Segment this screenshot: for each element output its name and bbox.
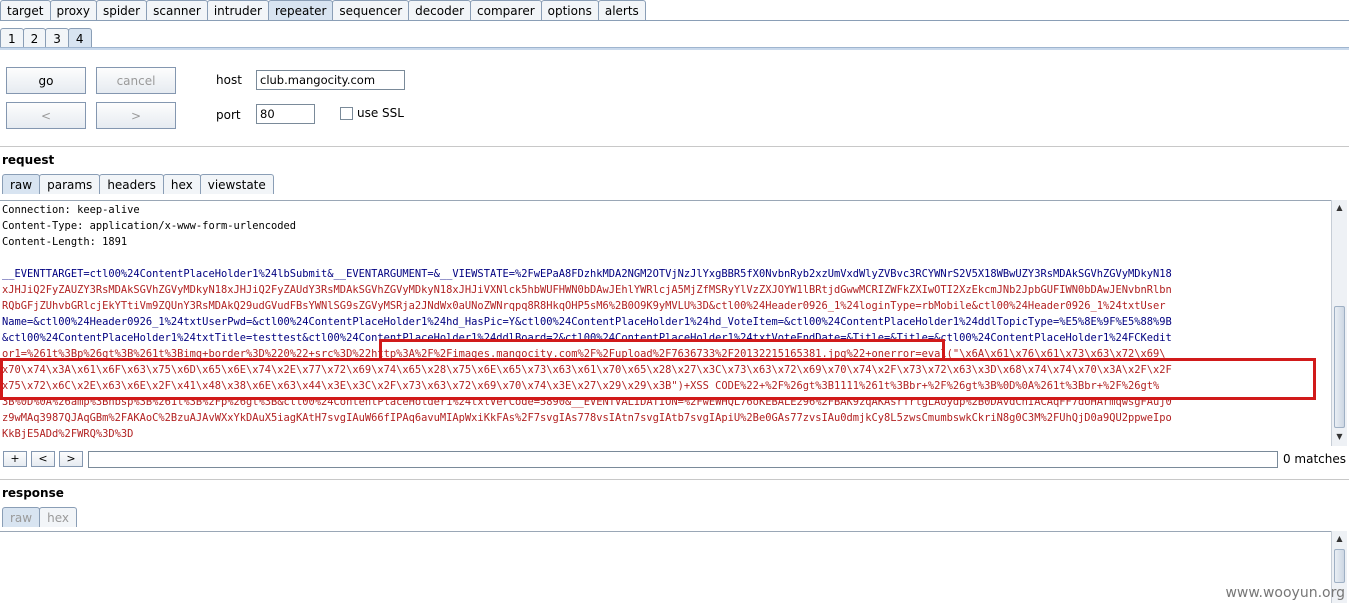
request-body-line: 3B%0D%0A%26amp%3Bnbsp%3B%261t%3B%2Fp%26g… xyxy=(2,396,1172,408)
request-tab-3[interactable]: 3 xyxy=(45,28,69,48)
main-tab-bar: target proxy spider scanner intruder rep… xyxy=(0,0,646,21)
host-input[interactable]: club.mangocity.com xyxy=(256,70,405,90)
response-title: response xyxy=(2,486,64,500)
search-input[interactable] xyxy=(88,451,1278,468)
forward-button[interactable]: > xyxy=(96,102,176,129)
tab-options[interactable]: options xyxy=(540,0,599,21)
tab-comparer[interactable]: comparer xyxy=(470,0,542,21)
tab-params[interactable]: params xyxy=(39,174,101,194)
tab-hex[interactable]: hex xyxy=(162,174,201,194)
tab-spider[interactable]: spider xyxy=(95,0,148,21)
request-line: Content-Length: 1891 xyxy=(2,236,128,248)
section-divider xyxy=(0,479,1349,480)
use-ssl-checkbox[interactable] xyxy=(340,107,353,120)
request-body-line: x75\x72\x6C\x2E\x63\x6E\x2F\x41\x48\x38\… xyxy=(2,380,1160,392)
request-body-line: xJHJiQ2FyZAUZY3RsMDAkSGVhZGVyMDkyN18xJHJ… xyxy=(2,284,1172,296)
scroll-thumb[interactable] xyxy=(1334,306,1345,428)
request-body-line: z9wMAq3987QJAqGBm%2FAKAoC%2BzuAJAvWXxYkD… xyxy=(2,412,1172,424)
request-body-line: &ctl00%24ContentPlaceHolder1%24txtTitle=… xyxy=(2,332,1172,344)
tab-repeater[interactable]: repeater xyxy=(267,0,334,21)
tab-divider xyxy=(0,20,1349,21)
request-line: Connection: keep-alive xyxy=(2,204,140,216)
tab-raw[interactable]: raw xyxy=(2,174,41,194)
request-title: request xyxy=(2,153,55,167)
request-body-line: or1=%261t%3Bp%26gt%3B%261t%3Bimg+border%… xyxy=(2,348,1166,360)
request-number-tabs: 1 2 3 4 xyxy=(0,28,92,48)
response-tab-hex[interactable]: hex xyxy=(39,507,77,527)
request-body-line: Name=&ctl00%24Header0926_1%24txtUserPwd=… xyxy=(2,316,1172,328)
host-label: host xyxy=(216,73,242,87)
request-tab-1[interactable]: 1 xyxy=(0,28,24,48)
tab-target[interactable]: target xyxy=(0,0,51,21)
request-tab-2[interactable]: 2 xyxy=(22,28,47,48)
response-tab-raw[interactable]: raw xyxy=(2,507,41,527)
tab-headers[interactable]: headers xyxy=(99,174,164,194)
request-tab-4[interactable]: 4 xyxy=(67,28,92,48)
scroll-thumb[interactable] xyxy=(1334,549,1345,583)
request-line: Content-Type: application/x-www-form-url… xyxy=(2,220,297,232)
tab-viewstate[interactable]: viewstate xyxy=(199,174,274,194)
tab-sequencer[interactable]: sequencer xyxy=(332,0,410,21)
tab-alerts[interactable]: alerts xyxy=(597,0,646,21)
tab-band xyxy=(0,47,1349,50)
tab-intruder[interactable]: intruder xyxy=(206,0,269,21)
tab-decoder[interactable]: decoder xyxy=(408,0,472,21)
back-button[interactable]: < xyxy=(6,102,86,129)
cancel-button[interactable]: cancel xyxy=(96,67,176,94)
go-button[interactable]: go xyxy=(6,67,86,94)
search-prev-button[interactable]: < xyxy=(31,451,55,467)
scroll-up-icon[interactable]: ▲ xyxy=(1332,201,1347,215)
tab-proxy[interactable]: proxy xyxy=(49,0,97,21)
request-line xyxy=(2,250,1329,266)
section-divider xyxy=(0,146,1349,147)
port-input[interactable]: 80 xyxy=(256,104,315,124)
request-view-tabs: raw params headers hex viewstate xyxy=(2,174,274,194)
watermark: www.wooyun.org xyxy=(1225,585,1345,601)
request-body-line: RQbGFjZUhvbGRlcjEkYTtiVm9ZQUnY3RsMDAkQ29… xyxy=(2,300,1166,312)
response-view-tabs: raw hex xyxy=(2,507,77,527)
request-editor[interactable]: Connection: keep-alive Content-Type: app… xyxy=(0,200,1331,446)
request-body-line: __EVENTTARGET=ctl00%24ContentPlaceHolder… xyxy=(2,268,1172,280)
request-scrollbar[interactable]: ▲ ▼ xyxy=(1331,200,1347,446)
response-editor[interactable] xyxy=(0,531,1331,603)
request-body-line: KkBjE5ADd%2FWRQ%3D%3D xyxy=(2,428,134,440)
match-count: 0 matches xyxy=(1282,452,1346,466)
port-label: port xyxy=(216,108,241,122)
search-add-button[interactable]: + xyxy=(3,451,27,467)
scroll-down-icon[interactable]: ▼ xyxy=(1332,430,1347,444)
request-body-line: x70\x74\x3A\x61\x6F\x63\x75\x6D\x65\x6E\… xyxy=(2,364,1172,376)
use-ssl-label: use SSL xyxy=(357,106,404,120)
search-next-button[interactable]: > xyxy=(59,451,83,467)
tab-scanner[interactable]: scanner xyxy=(146,0,208,21)
scroll-up-icon[interactable]: ▲ xyxy=(1332,532,1347,546)
